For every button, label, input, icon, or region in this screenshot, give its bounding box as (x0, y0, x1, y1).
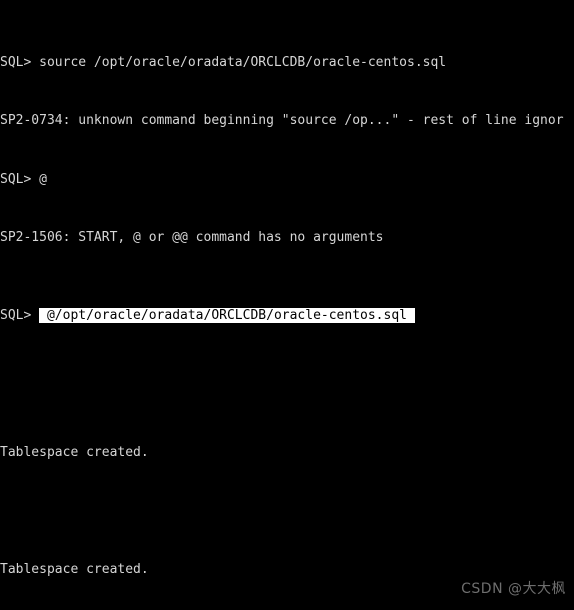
terminal-window[interactable]: SQL> source /opt/oracle/oradata/ORCLCDB/… (0, 0, 574, 610)
selected-command-text[interactable]: @/opt/oracle/oradata/ORCLCDB/oracle-cent… (39, 308, 407, 323)
terminal-line: Tablespace created. (0, 444, 149, 460)
sql-prompt: SQL> (0, 308, 40, 323)
terminal-line: SP2-1506: START, @ or @@ command has no … (0, 230, 384, 245)
terminal-line: SP2-0734: unknown command beginning "sou… (0, 113, 564, 128)
terminal-screen[interactable]: SQL> source /opt/oracle/oradata/ORCLCDB/… (0, 0, 574, 610)
terminal-line: Tablespace created. (0, 561, 149, 577)
text-cursor (407, 308, 415, 323)
terminal-line: SQL> source /opt/oracle/oradata/ORCLCDB/… (0, 54, 447, 70)
terminal-command-line[interactable]: SQL> @/opt/oracle/oradata/ORCLCDB/oracle… (0, 306, 574, 326)
terminal-line: SQL> @ (0, 171, 47, 187)
